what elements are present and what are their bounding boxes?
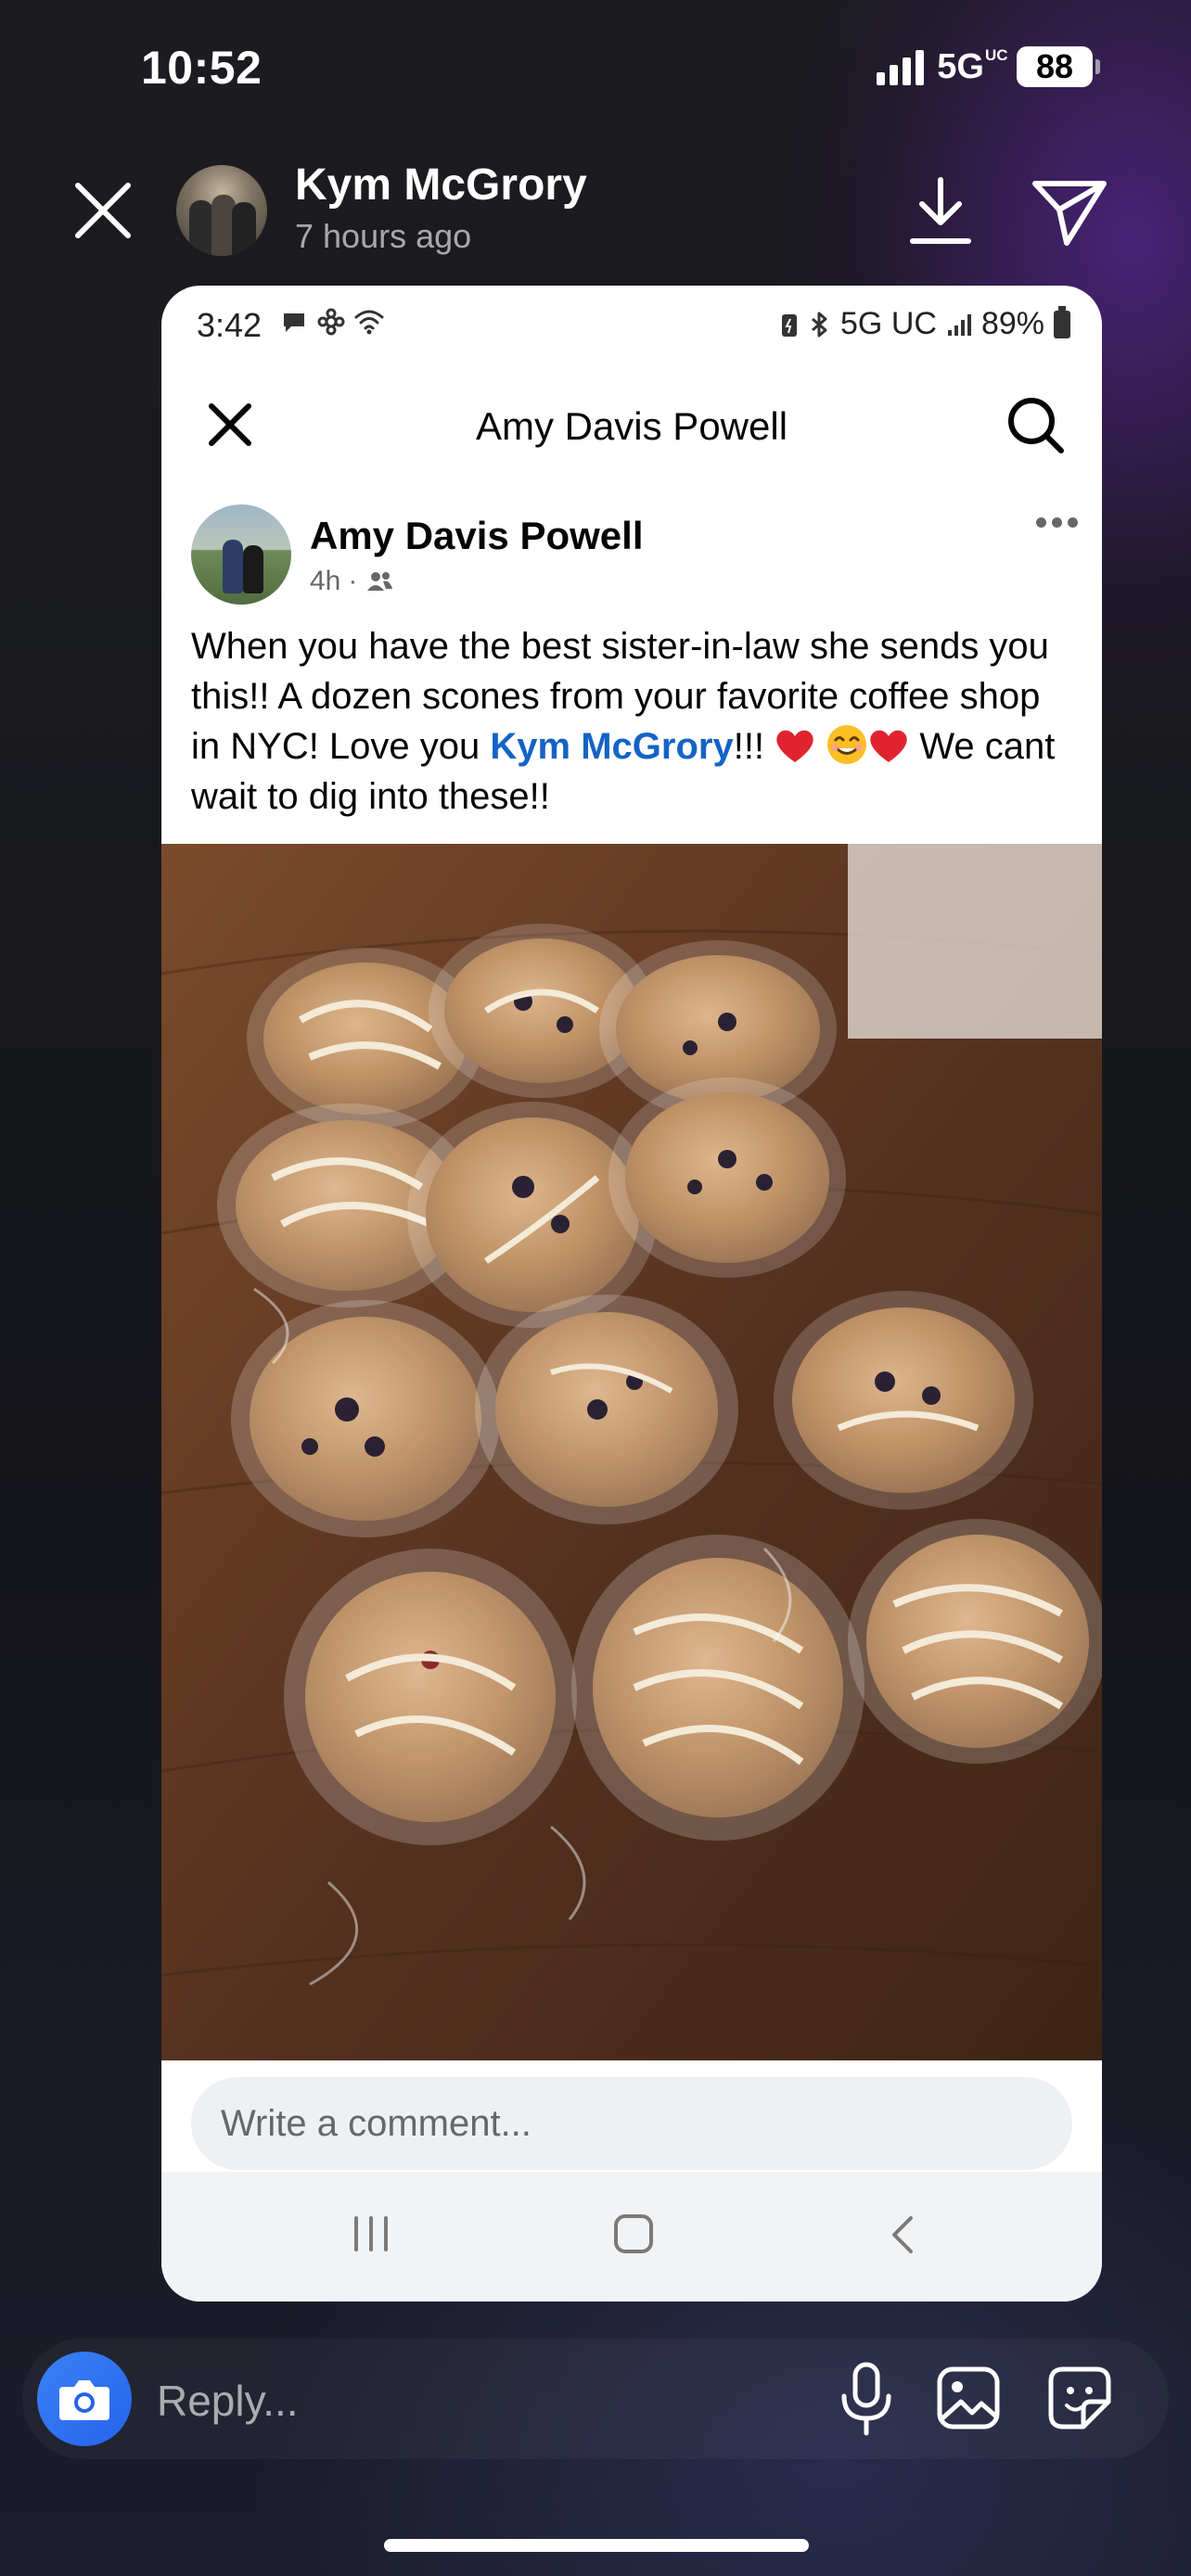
android-nav-bar xyxy=(161,2172,1102,2302)
notification-icons xyxy=(280,308,384,336)
mention-link[interactable]: Kym McGrory xyxy=(490,726,733,767)
home-indicator[interactable] xyxy=(384,2539,809,2552)
status-time: 10:52 xyxy=(141,42,263,94)
story-user-name[interactable]: Kym McGrory xyxy=(295,159,587,210)
screenshot-battery-icon xyxy=(1054,305,1070,338)
screenshot-status-bar: 3:42 5G UC 89% xyxy=(161,286,1102,369)
search-icon[interactable] xyxy=(1004,393,1067,456)
recents-icon[interactable] xyxy=(354,2216,388,2251)
reply-input[interactable]: Reply... xyxy=(157,2376,299,2426)
gallery-icon[interactable] xyxy=(935,2365,1002,2431)
scones-photo xyxy=(161,844,1102,2060)
post-header: Amy Davis Powell 4h · xyxy=(161,504,1102,616)
post-photo[interactable] xyxy=(161,844,1102,2060)
back-icon[interactable] xyxy=(883,2213,920,2257)
post-age[interactable]: 4h xyxy=(310,566,340,597)
status-bar: 10:52 5G UC 88 xyxy=(0,0,1191,139)
page-title: Amy Davis Powell xyxy=(475,404,788,448)
story-timestamp: 7 hours ago xyxy=(295,217,472,255)
signal-icon xyxy=(947,313,971,336)
home-icon[interactable] xyxy=(614,2214,653,2253)
red-heart-emoji-icon xyxy=(870,730,907,762)
screenshot-status-right: 5G UC 89% xyxy=(779,305,1070,342)
comment-placeholder: Write a comment... xyxy=(221,2103,531,2144)
status-indicators: 5G UC 88 xyxy=(877,46,1100,87)
microphone-icon[interactable] xyxy=(837,2361,896,2439)
close-icon[interactable] xyxy=(70,178,135,243)
camera-button[interactable] xyxy=(37,2352,132,2446)
bluetooth-icon xyxy=(812,312,827,337)
screenshot-status-time: 3:42 xyxy=(197,306,263,344)
post-text: When you have the best sister-in-law she… xyxy=(191,626,1056,817)
friends-icon xyxy=(367,572,393,591)
battery-level: 88 xyxy=(1017,46,1093,87)
battery-icon: 88 xyxy=(1017,46,1100,87)
avatar[interactable] xyxy=(176,165,267,256)
send-icon[interactable] xyxy=(1030,176,1109,247)
post-meta: 4h · xyxy=(310,566,394,597)
pinwheel-icon xyxy=(317,308,345,336)
download-icon[interactable] xyxy=(907,174,974,249)
avatar[interactable] xyxy=(191,504,291,605)
cellular-signal-icon xyxy=(877,48,925,85)
reply-bar: Reply... xyxy=(22,2339,1169,2459)
battery-saver-icon xyxy=(782,313,798,337)
post-header-bar: Amy Davis Powell xyxy=(161,369,1102,490)
comment-input[interactable]: Write a comment... xyxy=(191,2077,1072,2170)
story-header: Kym McGrory 7 hours ago xyxy=(0,158,1191,260)
wifi-icon xyxy=(354,310,384,335)
shared-screenshot: 3:42 5G UC 89% Amy Davis Powell Amy Davi… xyxy=(161,286,1102,2302)
more-options-icon[interactable] xyxy=(1036,517,1078,528)
chat-bubble-icon xyxy=(284,313,304,332)
screenshot-network: 5G UC xyxy=(840,306,937,341)
network-type: 5G UC xyxy=(937,45,1008,86)
sticker-icon[interactable] xyxy=(1046,2365,1113,2431)
smiling-face-emoji-icon xyxy=(827,725,867,764)
comment-area: Write a comment... xyxy=(161,2060,1102,2172)
post-author[interactable]: Amy Davis Powell xyxy=(310,514,643,558)
screenshot-battery: 89% xyxy=(980,306,1044,341)
camera-icon xyxy=(59,2380,109,2420)
red-heart-emoji-icon xyxy=(776,730,813,762)
